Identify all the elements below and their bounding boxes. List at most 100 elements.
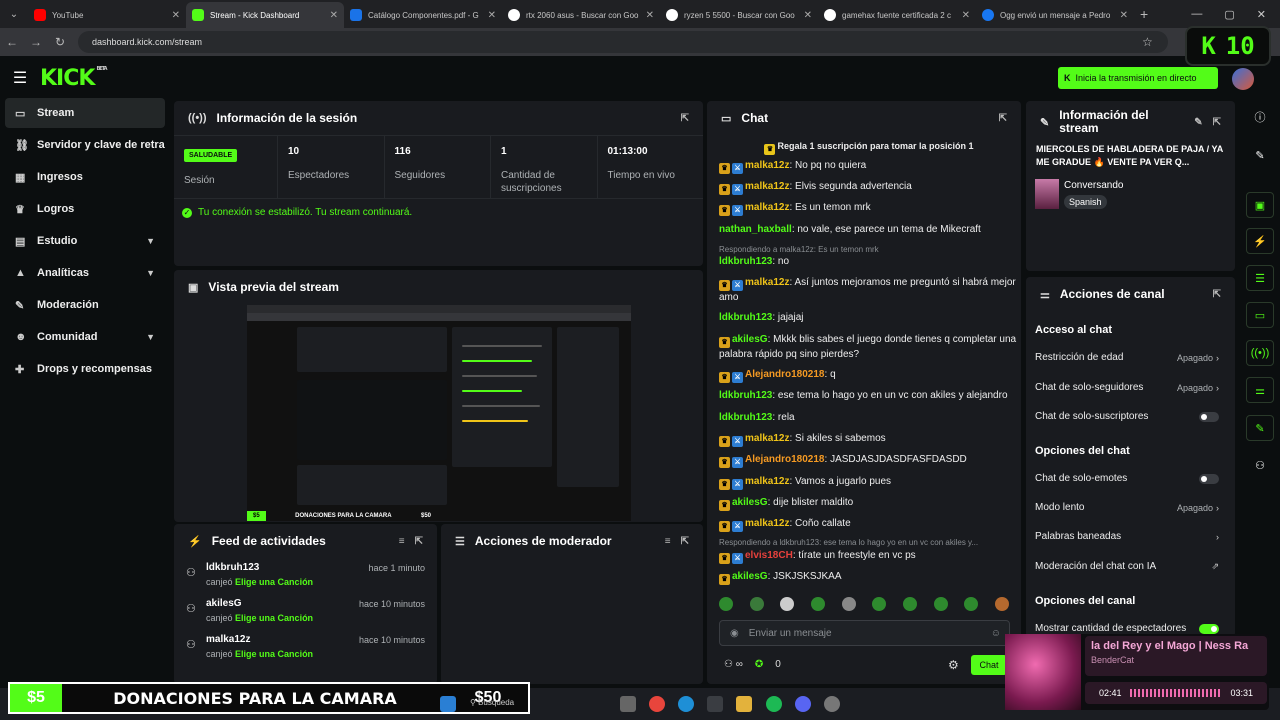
people-icon[interactable]: ⚇ <box>1246 452 1274 478</box>
chat-message[interactable]: ♛ ⚔ elvis18CH: tírate un freestyle en vc p… <box>719 549 1019 564</box>
chat-message[interactable]: ldkbruh123: rela <box>719 411 1019 425</box>
sidebar-item-community[interactable]: ☻ Comunidad ▼ <box>5 322 165 352</box>
chat-message[interactable]: ♛ ⚔ malka12z: No pq no quiera <box>719 159 1019 174</box>
lightning-icon[interactable]: ⚡ <box>1246 228 1274 254</box>
followers-only-row[interactable]: Chat de solo-seguidores Apagado › <box>1035 382 1225 393</box>
filter-icon[interactable]: ≡ <box>399 536 405 547</box>
chat-username[interactable]: ldkbruh123 <box>719 312 772 323</box>
chat-message[interactable]: nathan_haxball: no vale, ese parece un t… <box>719 223 1019 237</box>
chat-username[interactable]: malka12z <box>745 277 789 288</box>
emote-icon[interactable] <box>933 597 948 611</box>
minimize-icon[interactable]: — <box>1191 8 1202 21</box>
chat-username[interactable]: elvis18CH <box>745 550 793 561</box>
chat-message[interactable]: ♛ ⚔ malka12z: Así juntos mejoramos me preg… <box>719 276 1019 305</box>
list-icon[interactable]: ☰ <box>1246 265 1274 291</box>
close-icon[interactable]: ✕ <box>962 10 970 21</box>
new-tab-button[interactable]: + <box>1140 6 1148 22</box>
sidebar-item-drops[interactable]: ✚ Drops y recompensas <box>5 354 165 384</box>
emote-icon[interactable] <box>872 597 887 611</box>
spotify-icon[interactable] <box>766 696 782 712</box>
edge-icon[interactable] <box>678 696 694 712</box>
wrench-icon[interactable]: ✎ <box>1246 415 1274 441</box>
chrome-icon[interactable] <box>649 696 665 712</box>
smiley-icon[interactable]: ☺ <box>991 628 1001 639</box>
kick-logo[interactable]: KICK BETA <box>40 66 108 91</box>
discord-icon[interactable] <box>795 696 811 712</box>
sidebar-item-achievements[interactable]: ♛ Logros <box>5 194 165 224</box>
close-window-icon[interactable]: ✕ <box>1257 8 1266 21</box>
sidebar-item-income[interactable]: ▦ Ingresos <box>5 162 165 192</box>
hamburger-menu-icon[interactable]: ☰ <box>0 68 40 88</box>
sidebar-item-stream[interactable]: ▭ Stream <box>5 98 165 128</box>
maximize-icon[interactable]: ▢ <box>1224 8 1234 21</box>
file-explorer-icon[interactable] <box>736 696 752 712</box>
sidebar-item-server-key[interactable]: ⛓ Servidor y clave de retransmisión <box>5 130 165 160</box>
emotes-only-toggle[interactable] <box>1199 473 1219 484</box>
chat-username[interactable]: ldkbruh123 <box>719 390 772 401</box>
bookmark-star-icon[interactable]: ☆ <box>1142 35 1153 49</box>
chat-message[interactable]: ♛ akilesG: JSKJSKSJKAA <box>719 570 1019 585</box>
stream-preview-video[interactable]: $5 DONACIONES PARA LA CAMARA $50 <box>247 305 631 521</box>
user-avatar[interactable] <box>1232 68 1254 90</box>
emote-icon[interactable] <box>749 597 764 611</box>
tab-facebook[interactable]: Ogg envió un mensaje a Pedro ✕ <box>976 2 1134 28</box>
layout-icon[interactable]: ▣ <box>1246 192 1274 218</box>
tab-youtube[interactable]: YouTube ✕ <box>28 2 186 28</box>
popout-icon[interactable]: ⇱ <box>415 536 423 547</box>
chat-username[interactable]: malka12z <box>745 476 789 487</box>
popout-icon[interactable]: ⇱ <box>999 113 1007 124</box>
tab-google-ryzen[interactable]: ryzen 5 5500 - Buscar con Goo ✕ <box>660 2 818 28</box>
chat-username[interactable]: malka12z <box>745 181 789 192</box>
chat-message[interactable]: ♛ akilesG: Mkkk blis sabes el juego donde… <box>719 333 1019 362</box>
chat-username[interactable]: ldkbruh123 <box>719 412 772 423</box>
close-icon[interactable]: ✕ <box>646 10 654 21</box>
tab-search-icon[interactable]: ⌄ <box>0 9 28 20</box>
taskbar-search[interactable]: ⚲ Búsqueda <box>470 698 514 707</box>
close-icon[interactable]: ✕ <box>1120 10 1128 21</box>
edit-icon[interactable]: ✎ <box>1246 142 1274 168</box>
emote-icon[interactable] <box>810 597 825 611</box>
emote-icon[interactable] <box>964 597 979 611</box>
emote-icon[interactable] <box>719 597 733 611</box>
store-icon[interactable] <box>707 696 723 712</box>
popout-icon[interactable]: ⇱ <box>1213 289 1221 300</box>
go-live-button[interactable]: K Inicia la transmisión en directo <box>1058 67 1218 89</box>
popout-icon[interactable]: ⇱ <box>681 113 689 124</box>
tab-kick-dashboard[interactable]: Stream - Kick Dashboard ✕ <box>186 2 344 28</box>
sidebar-item-moderation[interactable]: ✎ Moderación <box>5 290 165 320</box>
broadcast-icon[interactable]: ((•)) <box>1246 340 1274 366</box>
chat-message[interactable]: ldkbruh123: jajajaj <box>719 311 1019 325</box>
reload-icon[interactable]: ↻ <box>48 35 72 49</box>
people-icon[interactable]: ⚇ ∞ <box>724 659 743 670</box>
close-icon[interactable]: ✕ <box>804 10 812 21</box>
tab-google-rtx[interactable]: rtx 2060 asus - Buscar con Goo ✕ <box>502 2 660 28</box>
chat-message[interactable]: ♛ ⚔ malka12z: Si akiles si sabemos <box>719 432 1019 447</box>
points-icon[interactable]: ✪ <box>755 659 763 670</box>
chat-message[interactable]: ♛ akilesG: dije blister maldito <box>719 496 1019 511</box>
chat-message[interactable]: ♛ ⚔ malka12z: Vamos a jugarlo pues <box>719 475 1019 490</box>
chat-username[interactable]: Alejandro180218 <box>745 454 825 465</box>
sidebar-item-analytics[interactable]: ▲ Analíticas ▼ <box>5 258 165 288</box>
back-icon[interactable]: ← <box>0 35 24 49</box>
url-field[interactable]: dashboard.kick.com/stream <box>78 31 1168 53</box>
chat-message[interactable]: ♛ ⚔ Alejandro180218: JASDJASJDASDFASFDASDD <box>719 453 1019 468</box>
chat-message[interactable]: ♛ ⚔ malka12z: Es un temon mrk <box>719 201 1019 216</box>
slow-mode-row[interactable]: Modo lento Apagado › <box>1035 502 1225 513</box>
windows-start-icon[interactable] <box>440 696 456 712</box>
close-icon[interactable]: ✕ <box>488 10 496 21</box>
chat-message[interactable]: ldkbruh123: no <box>719 255 1019 269</box>
chat-message[interactable]: ♛ ⚔ malka12z: Elvis segunda advertencia <box>719 180 1019 195</box>
edit-icon[interactable]: ✎ <box>1194 117 1202 128</box>
pinned-sub-banner[interactable]: ♛ Regala 1 suscripción para tomar la posi… <box>719 139 1019 155</box>
chat-input[interactable]: ◉ Enviar un mensaje ☺ <box>719 620 1010 646</box>
info-icon[interactable]: ⓘ <box>1246 104 1274 130</box>
sliders-icon[interactable]: ⚌ <box>1246 377 1274 403</box>
ai-moderation-row[interactable]: Moderación del chat con IA ⇗ <box>1035 561 1225 572</box>
chat-message[interactable]: ♛ ⚔ malka12z: Coño callate <box>719 517 1019 532</box>
task-view-icon[interactable] <box>620 696 636 712</box>
close-icon[interactable]: ✕ <box>330 10 338 21</box>
forward-icon[interactable]: → <box>24 35 48 49</box>
steam-icon[interactable] <box>824 696 840 712</box>
tab-google-gamehax[interactable]: gamehax fuente certificada 2 c ✕ <box>818 2 976 28</box>
chat-username[interactable]: akilesG <box>732 334 768 345</box>
